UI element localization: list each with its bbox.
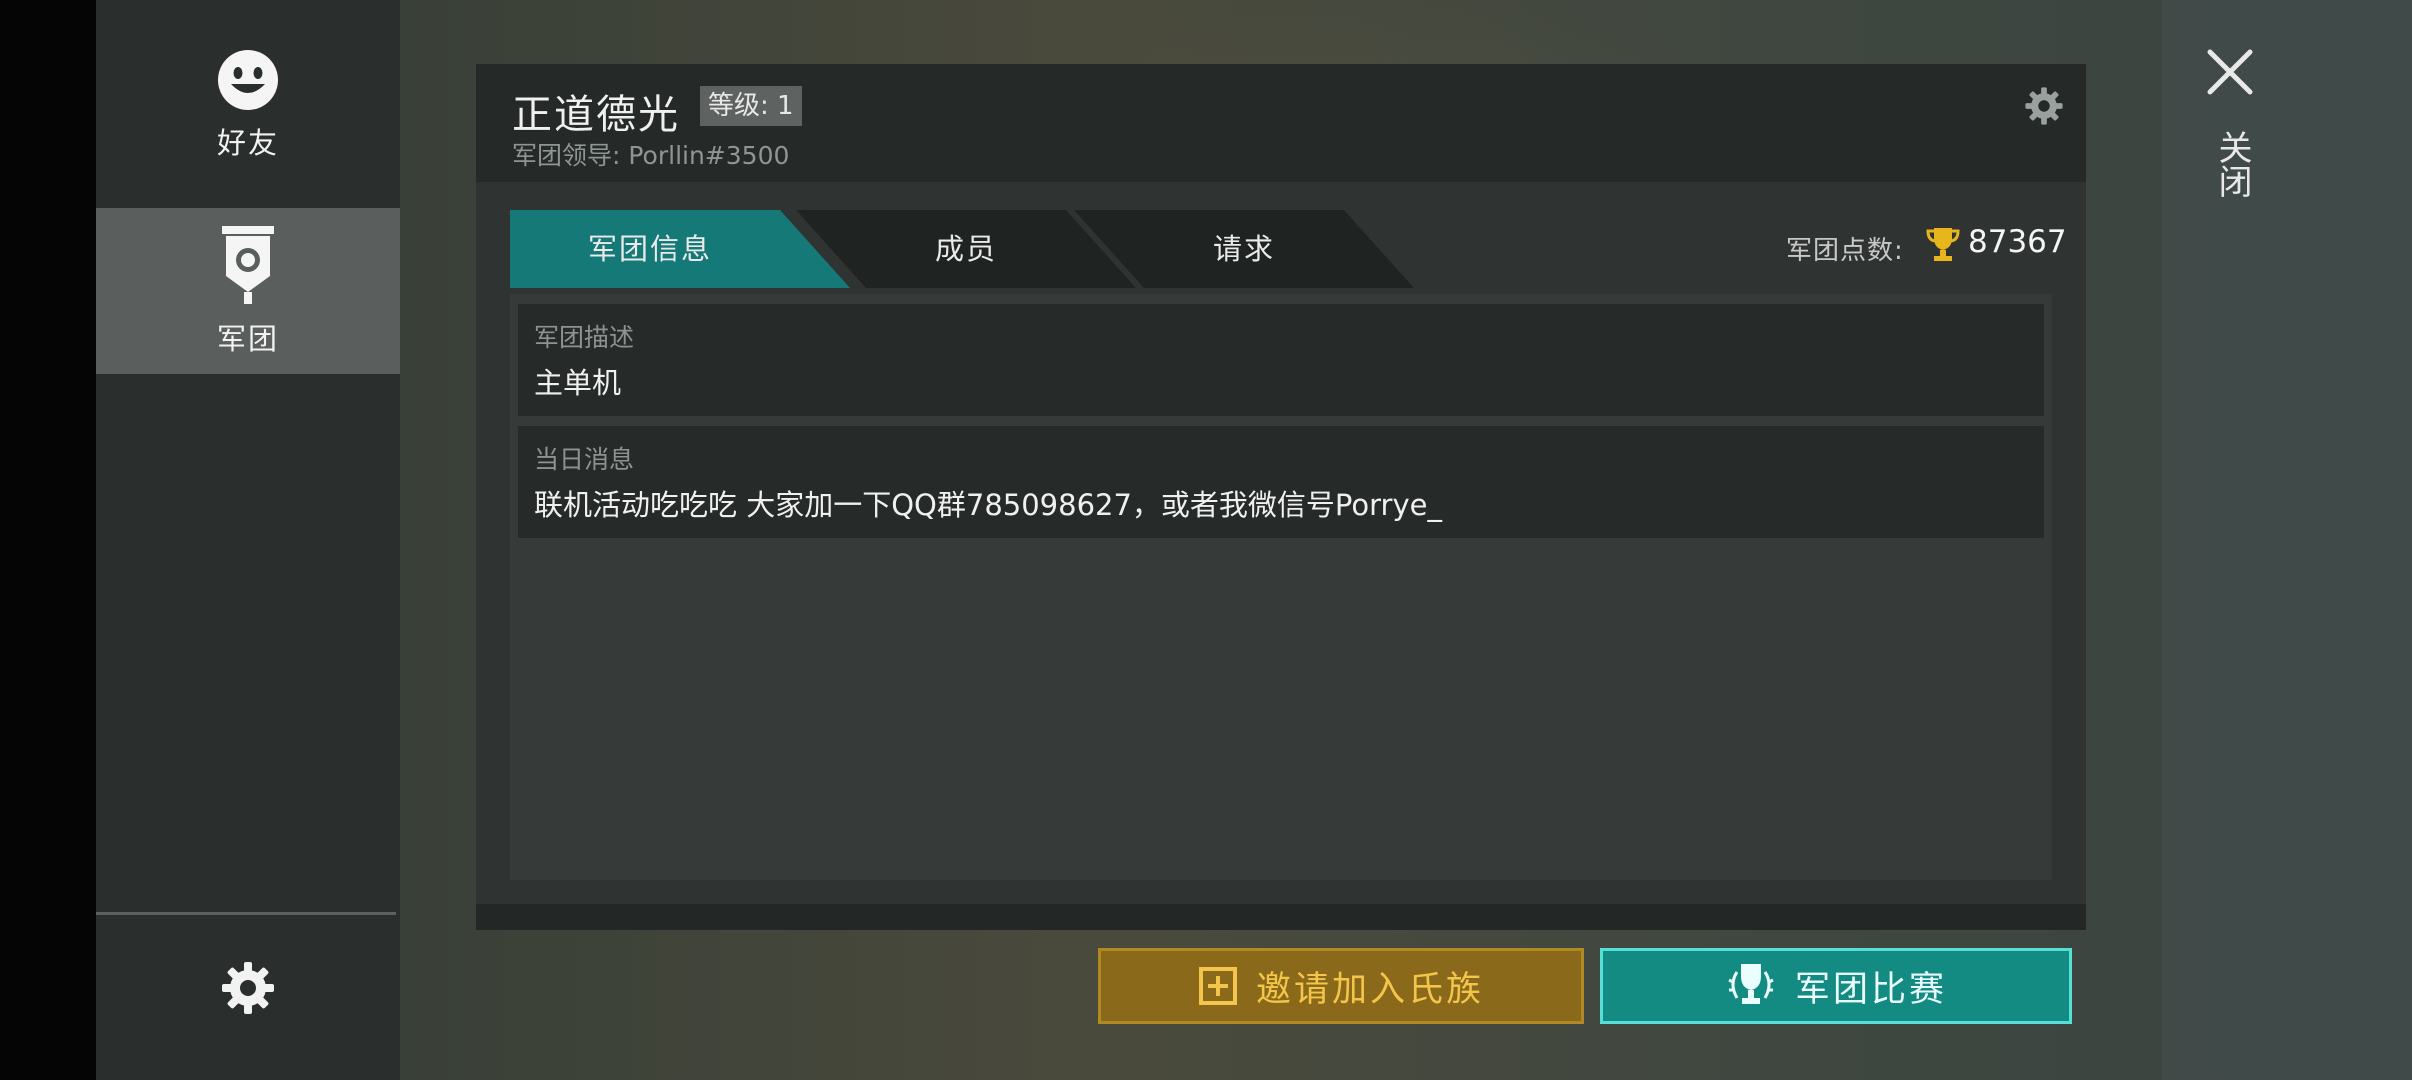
sidebar-item-label: 军团 [216,322,279,356]
close-icon[interactable] [2200,42,2260,102]
sidebar-item-friends[interactable]: 好友 [96,48,400,162]
message-of-day-card: 当日消息 联机活动吃吃吃 大家加一下QQ群785098627，或者我微信号Por… [518,426,2044,538]
close-column [2162,0,2412,1080]
trophy-laurel-icon [1728,964,1774,1004]
tab-label: 军团信息 [587,232,712,266]
tab-label: 成员 [934,232,997,266]
sidebar-item-label: 好友 [216,126,279,160]
gear-icon [222,962,274,1014]
plus-square-icon [1198,967,1237,1005]
gear-icon[interactable] [2024,86,2064,126]
smiley-icon [218,50,278,110]
sidebar: 好友 军团 [96,0,400,1080]
legion-panel: 正道德光 等级: 1 军团领导: Porllin#3500 军团信息 成员 请求… [476,64,2086,930]
legion-points-value: 87367 [1968,224,2067,260]
invite-to-clan-button[interactable]: 邀请加入氏族 [1098,948,1584,1024]
legion-name: 正道德光 [512,92,680,138]
legion-description-card: 军团描述 主单机 [518,304,2044,416]
legion-info-content: 军团描述 主单机 当日消息 联机活动吃吃吃 大家加一下QQ群785098627，… [510,294,2052,880]
card-title: 当日消息 [534,445,635,474]
message-of-day-text: 联机活动吃吃吃 大家加一下QQ群785098627，或者我微信号Porrye_ [534,488,1442,522]
close-label[interactable]: 关闭 [2212,130,2252,198]
sidebar-divider [96,912,396,915]
level-badge: 等级: 1 [700,86,802,126]
tab-label: 请求 [1212,232,1275,266]
panel-footer-bar [476,904,2086,930]
invite-button-label: 邀请加入氏族 [1255,969,1484,1010]
match-button-label: 军团比赛 [1794,969,1947,1010]
panel-header: 正道德光 等级: 1 军团领导: Porllin#3500 [476,64,2086,182]
trophy-icon [1926,228,1960,261]
legion-points-label: 军团点数: [1786,236,1904,266]
card-title: 军团描述 [534,323,635,352]
legion-match-button[interactable]: 军团比赛 [1600,948,2072,1024]
sidebar-item-legion[interactable]: 军团 [96,208,400,374]
settings-button[interactable] [96,960,400,1016]
legion-leader: 军团领导: Porllin#3500 [512,141,790,170]
tab-legion-info[interactable]: 军团信息 [510,210,850,288]
screen-edge [0,0,96,1080]
legion-description-text: 主单机 [534,366,622,400]
banner-icon [222,226,274,304]
